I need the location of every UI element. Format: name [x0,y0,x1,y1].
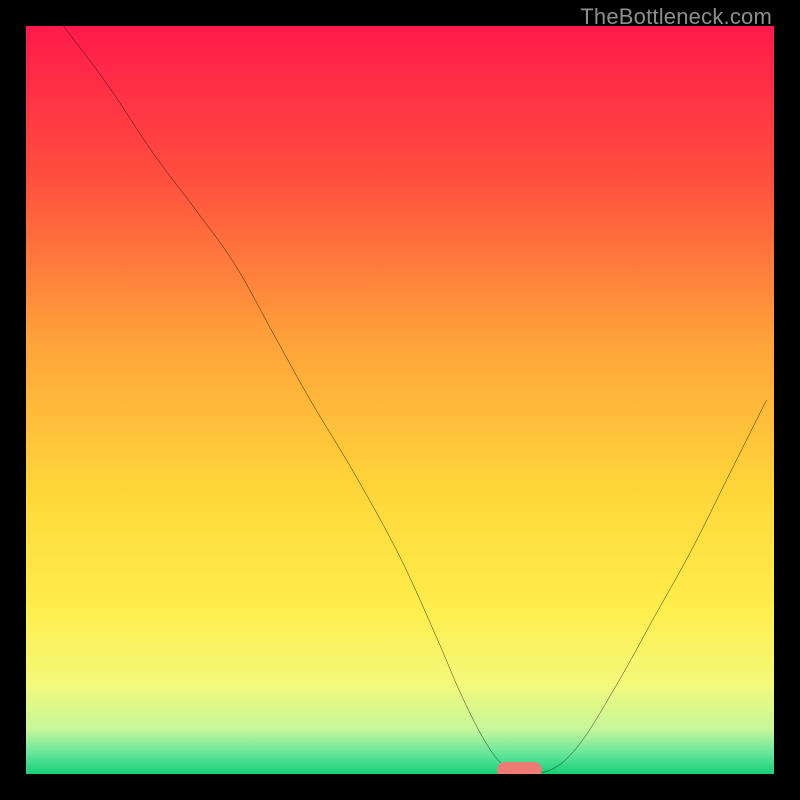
chart-frame: TheBottleneck.com [0,0,800,800]
plot-area [26,26,774,774]
bottleneck-curve [63,26,766,773]
optimal-marker [497,762,542,774]
curve-layer [26,26,774,774]
